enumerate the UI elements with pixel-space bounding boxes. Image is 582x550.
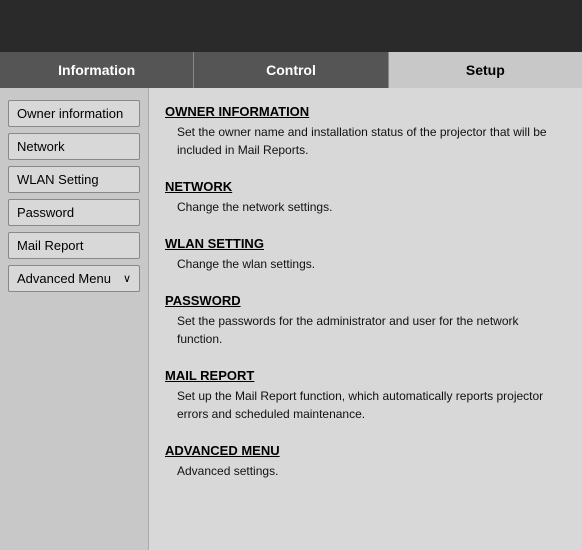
tab-bar: Information Control Setup (0, 52, 582, 88)
sidebar-btn-network[interactable]: Network (8, 133, 140, 160)
sidebar: Owner information Network WLAN Setting Pass… (0, 88, 148, 550)
content-section-5: ADVANCED MENU Advanced settings. (165, 443, 566, 480)
section-title: OWNER INFORMATION (165, 104, 566, 119)
section-description: Set up the Mail Report function, which a… (165, 387, 566, 423)
sidebar-btn-mail-report[interactable]: Mail Report (8, 232, 140, 259)
sidebar-btn-label: WLAN Setting (17, 172, 99, 187)
section-description: Set the owner name and installation stat… (165, 123, 566, 159)
section-description: Change the wlan settings. (165, 255, 566, 273)
tab-control[interactable]: Control (194, 52, 388, 88)
section-title: NETWORK (165, 179, 566, 194)
sidebar-btn-label: Network (17, 139, 65, 154)
content-section-2: WLAN SETTING Change the wlan settings. (165, 236, 566, 273)
app-header (0, 0, 582, 52)
main-content: Owner information Network WLAN Setting Pass… (0, 88, 582, 550)
sidebar-btn-advanced-menu[interactable]: Advanced Menu ∨ (8, 265, 140, 292)
section-title: PASSWORD (165, 293, 566, 308)
section-description: Advanced settings. (165, 462, 566, 480)
sidebar-btn-label: Password (17, 205, 74, 220)
section-description: Change the network settings. (165, 198, 566, 216)
content-section-4: MAIL REPORT Set up the Mail Report functi… (165, 368, 566, 423)
content-area: OWNER INFORMATION Set the owner name and … (148, 88, 582, 550)
section-title: WLAN SETTING (165, 236, 566, 251)
sidebar-btn-wlan-setting[interactable]: WLAN Setting (8, 166, 140, 193)
chevron-down-icon: ∨ (123, 272, 131, 285)
sidebar-btn-label: Mail Report (17, 238, 83, 253)
section-title: MAIL REPORT (165, 368, 566, 383)
section-description: Set the passwords for the administrator … (165, 312, 566, 348)
sidebar-btn-label: Advanced Menu (17, 271, 111, 286)
content-section-1: NETWORK Change the network settings. (165, 179, 566, 216)
section-title: ADVANCED MENU (165, 443, 566, 458)
content-section-0: OWNER INFORMATION Set the owner name and … (165, 104, 566, 159)
tab-information[interactable]: Information (0, 52, 194, 88)
sidebar-btn-password[interactable]: Password (8, 199, 140, 226)
sidebar-btn-label: Owner information (17, 106, 123, 121)
tab-setup[interactable]: Setup (389, 52, 582, 88)
content-section-3: PASSWORD Set the passwords for the admini… (165, 293, 566, 348)
sidebar-btn-owner-information[interactable]: Owner information (8, 100, 140, 127)
